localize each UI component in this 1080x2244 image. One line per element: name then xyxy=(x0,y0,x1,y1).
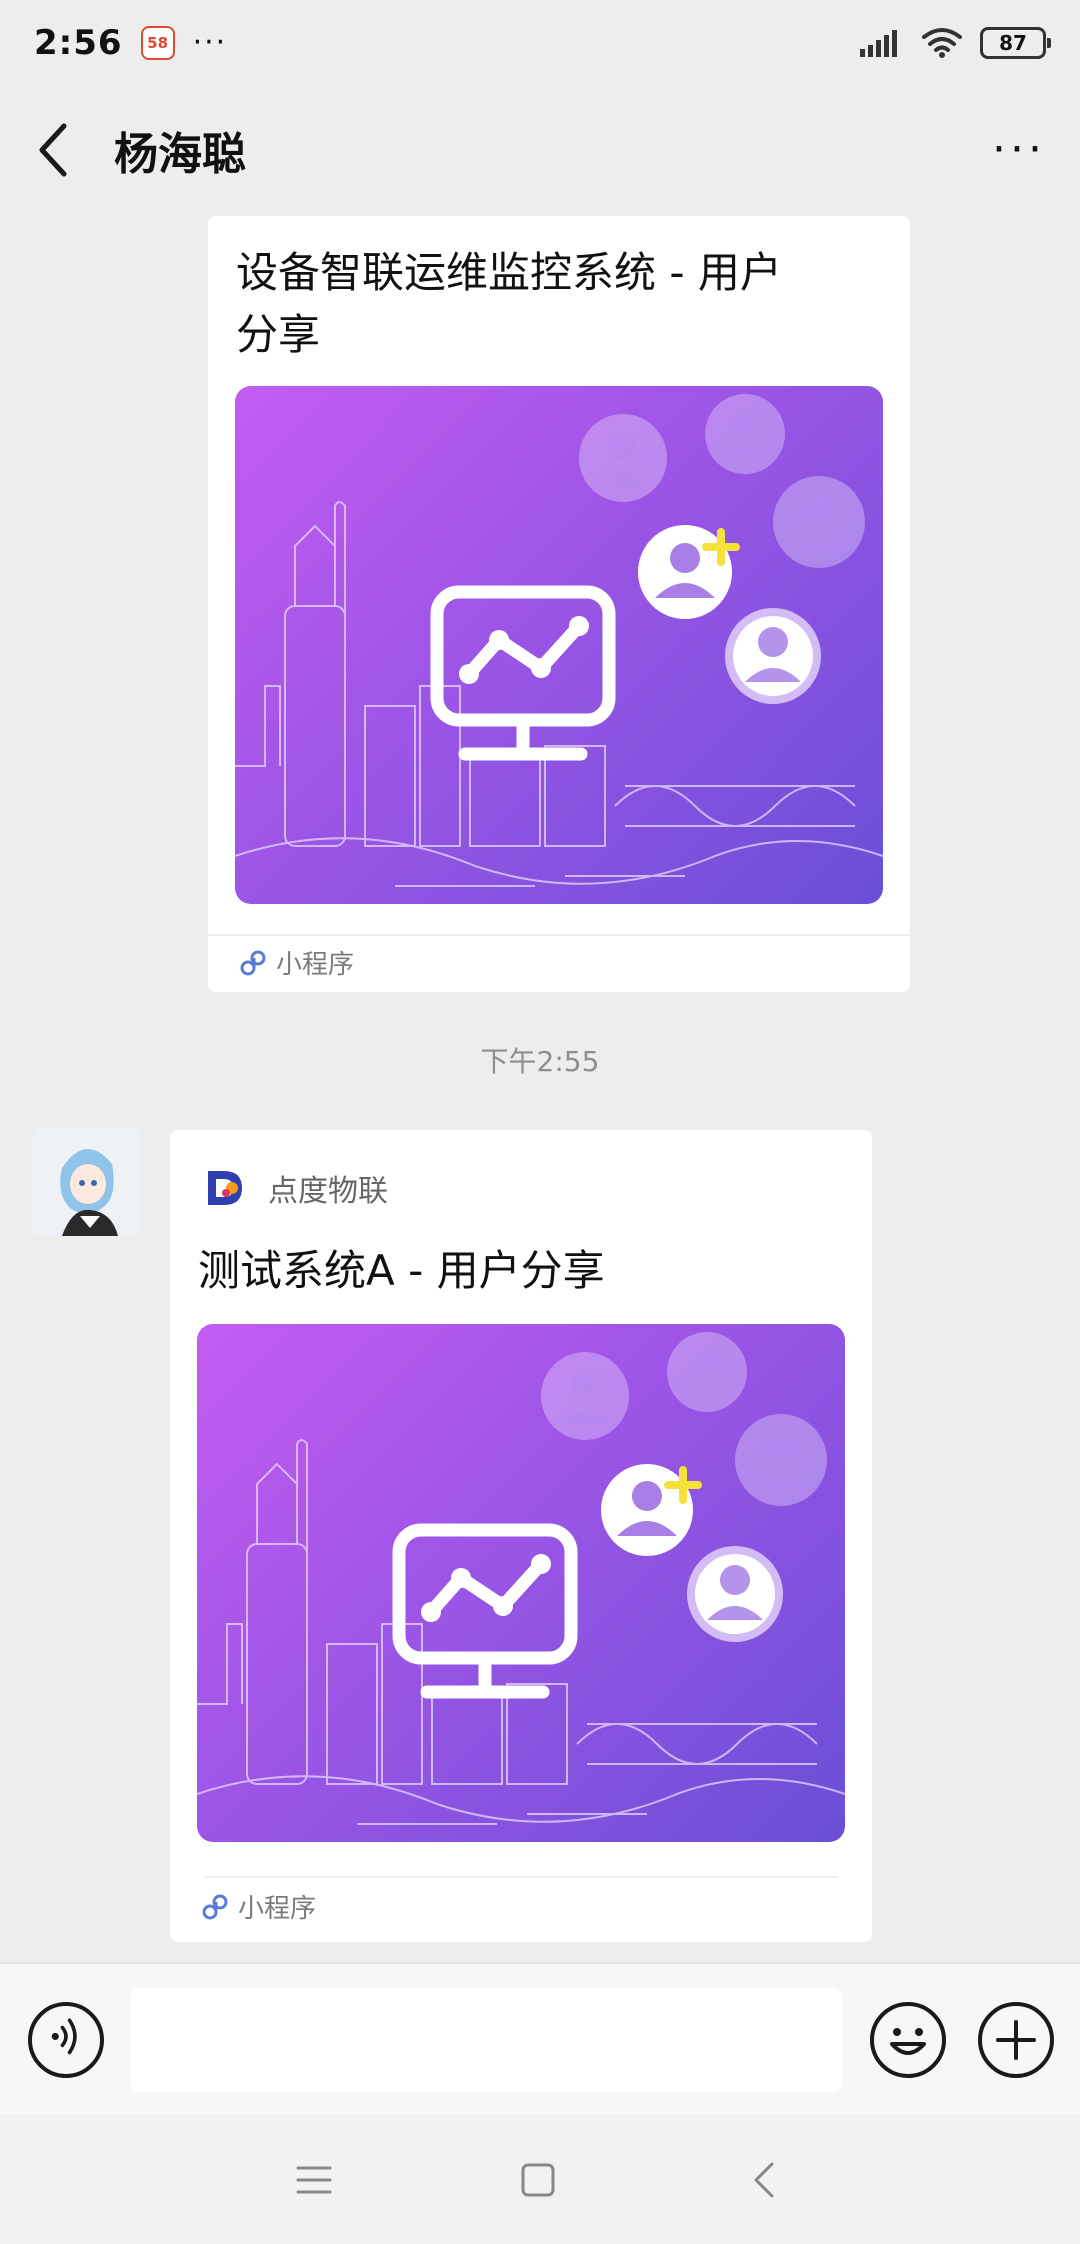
card-title-line: 设备智联运维监控系统 - 用户 xyxy=(236,248,782,297)
status-time: 2:56 xyxy=(34,23,123,63)
preview-illustration xyxy=(235,394,883,887)
card-preview-image xyxy=(235,386,883,904)
mini-program-icon xyxy=(240,950,266,975)
voice-icon xyxy=(51,2018,77,2055)
signal-icon xyxy=(860,30,897,57)
chat-title: 杨海聪 xyxy=(114,129,246,180)
avatar-image xyxy=(32,1128,140,1236)
message-input-bar xyxy=(0,1962,1080,2114)
mini-program-card[interactable]: 设备智联运维监控系统 - 用户 分享 小程序 xyxy=(208,216,910,992)
card-footer-label: 小程序 xyxy=(276,950,355,980)
battery-level: 87 xyxy=(999,31,1027,55)
brand-logo-icon xyxy=(208,1171,242,1205)
message-timestamp: 下午2:55 xyxy=(480,1045,600,1078)
more-dots-icon[interactable]: ··· xyxy=(992,128,1046,172)
status-indicators: 87 xyxy=(860,27,1051,59)
message-input[interactable] xyxy=(130,1988,842,2092)
card-title: 测试系统A - 用户分享 xyxy=(198,1246,605,1295)
menu-icon[interactable] xyxy=(292,2158,336,2202)
plus-button[interactable] xyxy=(978,2002,1054,2078)
card-footer: 小程序 xyxy=(200,1888,316,1925)
home-icon[interactable] xyxy=(516,2158,560,2202)
card-title-line: 分享 xyxy=(236,310,321,359)
card-preview-image xyxy=(197,1324,845,1842)
avatar[interactable] xyxy=(32,1128,140,1236)
emoji-button[interactable] xyxy=(870,2002,946,2078)
status-bar: 2:56 58 ··· 87 xyxy=(0,0,1080,86)
mini-program-icon xyxy=(202,1894,228,1919)
system-navigation-bar xyxy=(0,2114,1080,2244)
chevron-left-icon[interactable] xyxy=(34,120,74,180)
card-divider xyxy=(208,934,910,936)
plus-icon xyxy=(996,2020,1036,2060)
back-icon[interactable] xyxy=(744,2158,788,2202)
app-badge-icon: 58 xyxy=(140,26,175,60)
card-footer: 小程序 xyxy=(238,944,354,981)
emoji-icon xyxy=(890,2028,926,2055)
card-divider xyxy=(204,1876,838,1878)
wifi-icon xyxy=(922,28,962,58)
card-brand: 点度物联 xyxy=(204,1166,388,1210)
brand-name: 点度物联 xyxy=(268,1174,388,1209)
notification-dots: ··· xyxy=(192,25,228,60)
card-title: 设备智联运维监控系统 - 用户 分享 xyxy=(236,242,882,366)
card-footer-label: 小程序 xyxy=(238,1894,317,1924)
mini-program-card[interactable]: 点度物联 测试系统A - 用户分享 小程序 xyxy=(170,1130,872,1942)
chat-header: 杨海聪 ··· xyxy=(0,86,1080,214)
battery-icon: 87 xyxy=(980,27,1051,59)
voice-button[interactable] xyxy=(28,2002,104,2078)
preview-illustration xyxy=(197,1332,845,1825)
chat-area[interactable]: 设备智联运维监控系统 - 用户 分享 小程序 下午2:55 点度物联 测试系统A… xyxy=(0,214,1080,1962)
